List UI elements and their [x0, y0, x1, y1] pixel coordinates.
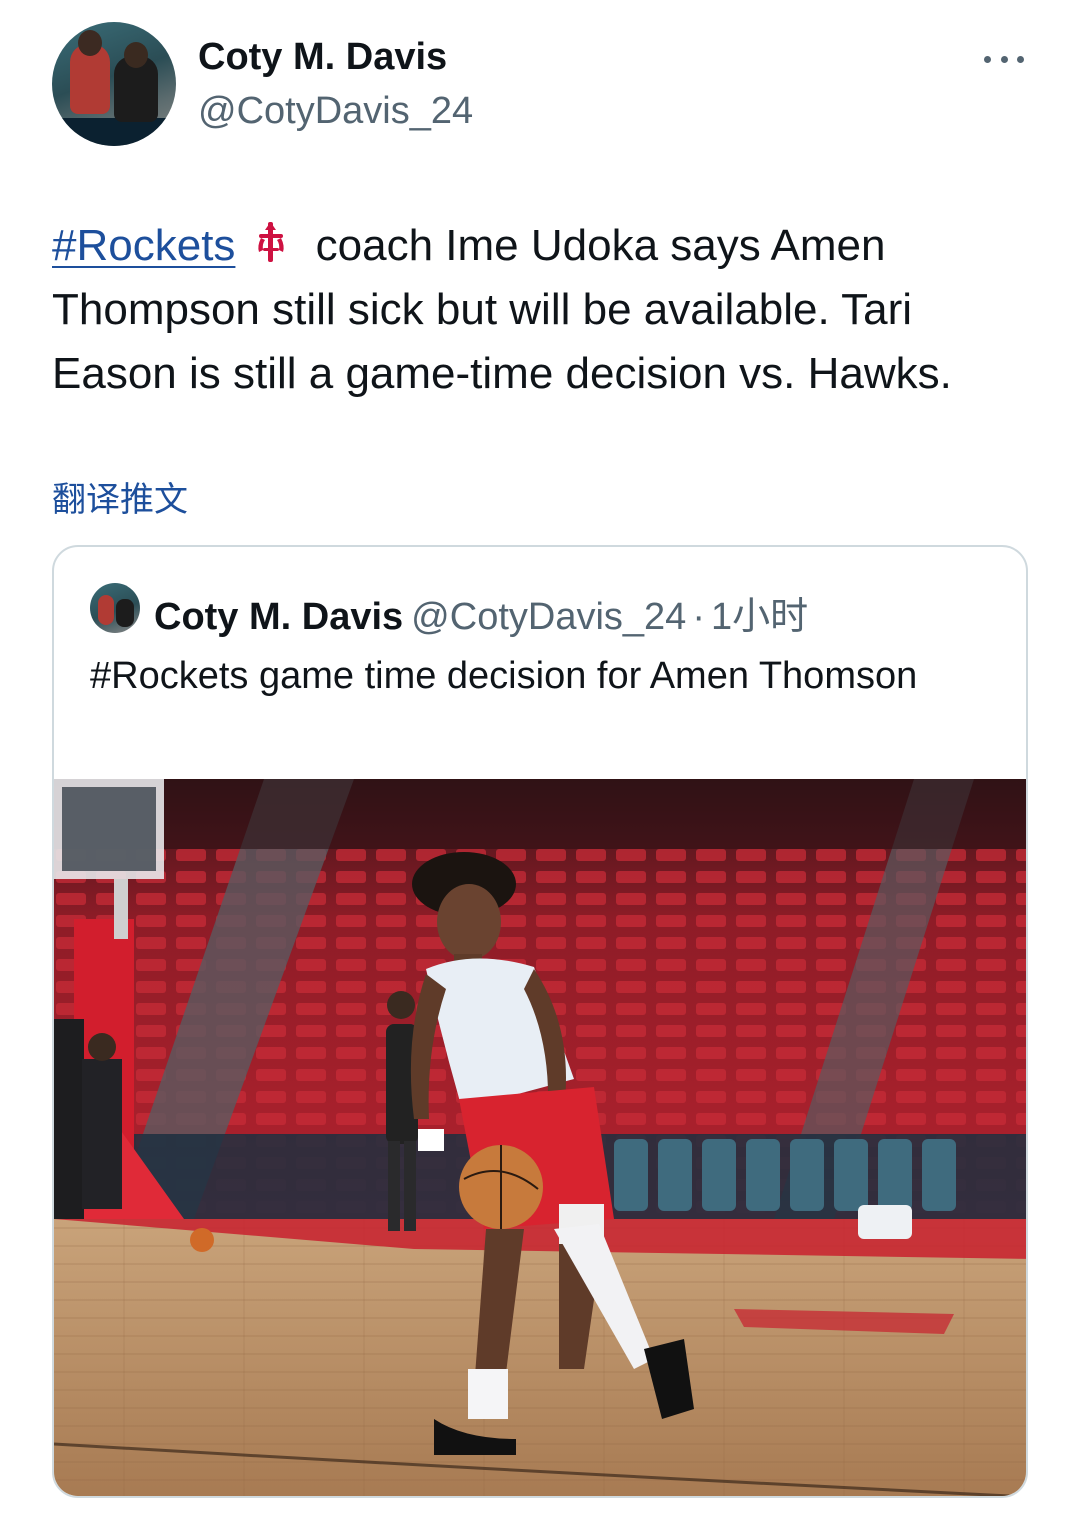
author-avatar[interactable] [52, 22, 176, 146]
quoted-tweet-card[interactable]: Coty M. Davis @CotyDavis_24 · 1小时 #Rockets … [52, 545, 1028, 1498]
tweet-header: Coty M. Davis @CotyDavis_24 [52, 22, 1028, 146]
author-name[interactable]: Coty M. Davis [198, 36, 447, 79]
quoted-tweet-meta: Coty M. Davis @CotyDavis_24 · 1小时 [154, 585, 808, 640]
quoted-tweet-text: #Rockets game time decision for Amen Tho… [90, 655, 918, 697]
tweet-body: #Rockets coach Ime Udoka says Amen Thomp… [52, 214, 1042, 406]
quoted-timestamp: 1小时 [710, 596, 809, 638]
translate-tweet-link[interactable]: 翻译推文 [52, 472, 188, 521]
quoted-author-name: Coty M. Davis [154, 596, 404, 638]
houston-rockets-logo-icon [258, 222, 285, 262]
quoted-author-avatar [90, 583, 140, 633]
more-options-icon[interactable] [984, 44, 1024, 74]
quoted-tweet-photo[interactable] [54, 779, 1026, 1496]
hashtag-link[interactable]: #Rockets [52, 221, 235, 270]
meta-separator: · [692, 596, 705, 638]
basketball-court-photo [54, 779, 1026, 1496]
quoted-author-handle: @CotyDavis_24 [411, 596, 687, 638]
author-handle[interactable]: @CotyDavis_24 [198, 90, 473, 133]
